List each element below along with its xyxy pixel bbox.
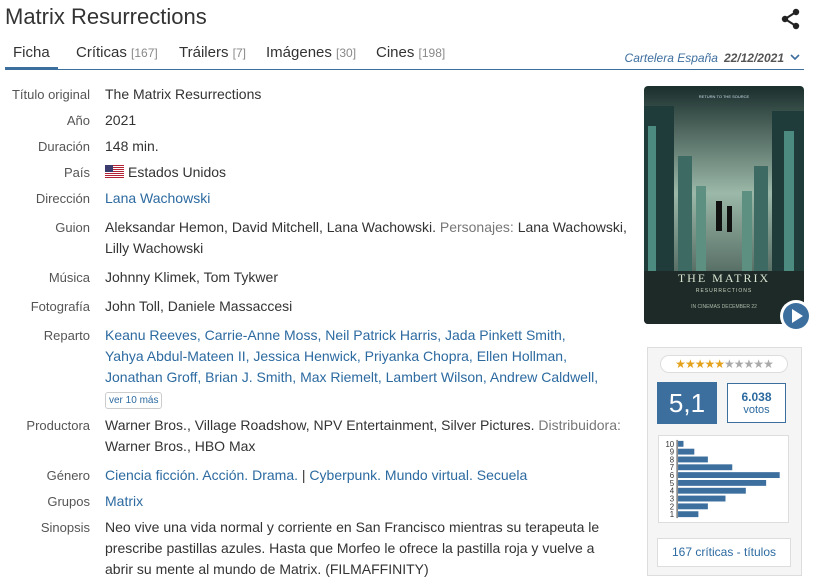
star-rating: ★★★★★★★★★★ [660,355,788,373]
productora-value: Warner Bros., Village Roadshow, NPV Ente… [105,417,535,433]
grupo-link[interactable]: Matrix [105,491,630,512]
distribuidora-label: Distribuidora: [538,417,621,433]
star-icon: ★ [743,357,755,371]
histogram-bar [678,503,708,510]
more-cast-button[interactable]: ver 10 más [105,392,163,409]
star-icon: ★ [724,357,735,371]
tab-bar: Ficha Críticas [167] Tráilers [7] Imágen… [5,38,804,70]
star-icon: ★ [753,357,764,371]
histogram-tick-label: 1 [670,510,674,519]
histogram-bar [678,495,726,502]
tab-criticas[interactable]: Críticas [167] [76,44,158,61]
tab-cines[interactable]: Cines [198] [376,44,445,61]
fotografia-value: John Toll, Daniele Massaccesi [105,298,293,314]
share-icon[interactable] [780,8,802,30]
histogram-bar [678,487,746,494]
reparto-list: Keanu Reeves, Carrie-Anne Moss, Neil Pat… [105,325,630,409]
svg-text:RETURN TO THE SOURCE: RETURN TO THE SOURCE [699,94,750,99]
distribuidora-value: Warner Bros., HBO Max [105,438,256,454]
personajes-value: Lana Wachowski, [517,219,627,235]
actor-link[interactable]: Carrie-Anne Moss, [205,327,322,343]
rating-histogram: 10987654321 [658,435,789,523]
actor-link[interactable]: Jonathan Groff, [105,369,201,385]
cartelera-selector[interactable]: Cartelera España 22/12/2021 [625,51,784,65]
actor-link[interactable]: Yahya Abdul-Mateen II, [105,348,250,364]
movie-poster[interactable]: RETURN TO THE SOURCE THE MATRIX RESURREC… [644,86,804,324]
page-title: Matrix Resurrections [5,4,207,29]
genre-link[interactable]: Drama. [252,467,298,483]
actor-link[interactable]: Ellen Hollman, [477,348,567,364]
star-icon: ★ [763,357,774,371]
histogram-bar [678,472,780,479]
topic-link[interactable]: Secuela [477,467,528,483]
actor-link[interactable]: Jessica Henwick, [253,348,360,364]
histogram-bar [678,464,733,471]
star-icon: ★ [675,357,686,371]
topic-link[interactable]: Mundo virtual. [385,467,473,483]
us-flag-icon [105,165,124,178]
star-icon: ★ [733,357,745,371]
votes-count[interactable]: 6.038 votos [727,383,786,423]
tab-trailers[interactable]: Tráilers [7] [179,44,246,61]
musica-value: Johnny Klimek, Tom Tykwer [105,269,278,285]
pais-value: Estados Unidos [128,164,227,180]
criticas-link[interactable]: 167 críticas - títulos [657,538,791,567]
guion-writers: Aleksandar Hemon, David Mitchell, Lana W… [105,219,436,235]
tab-ficha[interactable]: Ficha [5,44,58,70]
actor-link[interactable]: Jada Pinkett Smith, [445,327,566,343]
actor-link[interactable]: Keanu Reeves, [105,327,201,343]
histogram-bar [678,479,767,486]
anio-value: 2021 [105,112,137,128]
director-link[interactable]: Lana Wachowski [105,188,630,209]
actor-link[interactable]: Lambert Wilson, [386,369,487,385]
actor-link[interactable]: Max Riemelt, [300,369,382,385]
star-icon: ★ [714,357,725,371]
actor-link[interactable]: Andrew Caldwell, [490,369,598,385]
duracion-value: 148 min. [105,138,159,154]
tab-imagenes[interactable]: Imágenes [30] [266,44,356,61]
genre-link[interactable]: Ciencia ficción. [105,467,199,483]
rating-panel: ★★★★★★★★★★ 5,1 6.038 votos 10 9 8 7 6 5 4 3 2 1 1… [647,347,802,576]
genero-list: Ciencia ficción. Acción. Drama. | Cyberp… [105,465,630,486]
histogram-bar [678,456,708,463]
histogram-bar [678,511,699,518]
svg-text:RESURRECTIONS: RESURRECTIONS [696,288,752,294]
star-icon: ★ [704,357,715,371]
play-trailer-button[interactable] [779,299,813,333]
topic-link[interactable]: Cyberpunk. [309,467,381,483]
average-rating: 5,1 [657,382,717,424]
histogram-bar [678,448,695,455]
sinopsis-text: Neo vive una vida normal y corriente en … [105,519,600,577]
histogram-bar [678,440,684,447]
guion-line2: Lilly Wachowski [105,240,204,256]
star-icon: ★ [684,357,696,371]
actor-link[interactable]: Neil Patrick Harris, [325,327,441,343]
actor-link[interactable]: Brian J. Smith, [205,369,296,385]
personajes-label: Personajes: [439,219,514,235]
titulo-original-value: The Matrix Resurrections [105,86,262,102]
genre-link[interactable]: Acción. [202,467,248,483]
svg-text:IN CINEMAS DECEMBER 22: IN CINEMAS DECEMBER 22 [691,304,757,310]
actor-link[interactable]: Priyanka Chopra, [365,348,473,364]
svg-text:THE MATRIX: THE MATRIX [678,271,770,285]
chevron-down-icon[interactable] [790,52,800,62]
star-icon: ★ [694,357,706,371]
